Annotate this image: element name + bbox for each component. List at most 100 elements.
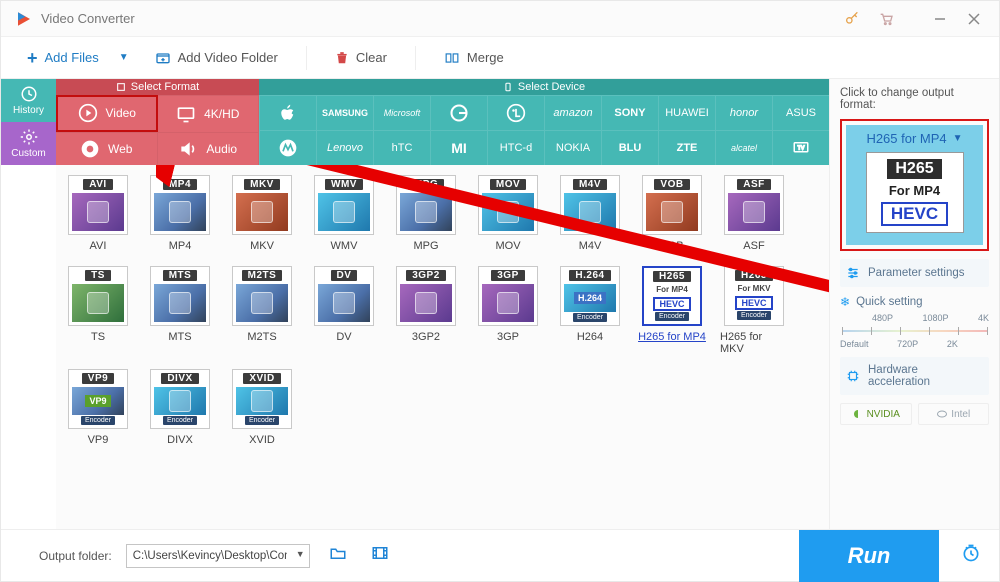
minimize-button[interactable]: [923, 1, 957, 37]
close-button[interactable]: [957, 1, 991, 37]
custom-tab[interactable]: Custom: [1, 122, 56, 165]
format-mts[interactable]: MTSMTS: [146, 266, 214, 355]
format-ts[interactable]: TSTS: [64, 266, 132, 355]
brand-tv[interactable]: TV: [772, 130, 829, 165]
format-3gp2[interactable]: 3GP23GP2: [392, 266, 460, 355]
custom-label: Custom: [11, 148, 45, 159]
hardware-accel-button[interactable]: Hardware acceleration: [840, 357, 989, 395]
format-asf[interactable]: ASFASF: [720, 175, 788, 252]
history-tab[interactable]: History: [1, 79, 56, 122]
brand-asus[interactable]: ASUS: [772, 95, 829, 130]
brand-moto[interactable]: [259, 130, 316, 165]
format-3gp[interactable]: 3GP3GP: [474, 266, 542, 355]
format-mov[interactable]: MOVMOV: [474, 175, 542, 252]
category-4khd-label: 4K/HD: [204, 107, 239, 121]
app-logo-icon: [15, 10, 33, 28]
gpu-intel[interactable]: Intel: [918, 403, 990, 425]
category-web[interactable]: Web: [56, 132, 158, 166]
output-folder-input[interactable]: [126, 544, 310, 568]
clear-label: Clear: [356, 50, 387, 65]
brand-amazon[interactable]: amazon: [544, 95, 601, 130]
brand-sony[interactable]: SONY: [601, 95, 658, 130]
format-m4v[interactable]: M4VM4V: [556, 175, 624, 252]
cart-icon[interactable]: [869, 1, 903, 37]
chip-icon: [846, 369, 860, 383]
category-video[interactable]: Video: [56, 95, 158, 132]
output-format-preview[interactable]: H265 for MP4▼ H265 For MP4 HEVC: [840, 119, 989, 251]
brand-lg[interactable]: [487, 95, 544, 130]
format-label: XVID: [249, 434, 275, 446]
main-area: History Custom Select Format Video: [1, 79, 999, 529]
parameter-settings-button[interactable]: Parameter settings: [840, 259, 989, 287]
run-button[interactable]: Run: [799, 530, 939, 582]
open-folder-button[interactable]: [324, 540, 352, 571]
format-h265-for-mp4[interactable]: H265For MP4HEVCEncoderH265 for MP4: [638, 266, 706, 355]
format-vob[interactable]: VOBVOB: [638, 175, 706, 252]
brand-samsung[interactable]: SAMSUNG: [316, 95, 373, 130]
format-mp4[interactable]: MP4MP4: [146, 175, 214, 252]
output-folder-label: Output folder:: [39, 549, 112, 563]
format-dv[interactable]: DVDV: [310, 266, 378, 355]
speaker-icon: [178, 139, 198, 159]
brand-honor[interactable]: honor: [715, 95, 772, 130]
brand-blu[interactable]: BLU: [601, 130, 658, 165]
format-avi[interactable]: AVIAVI: [64, 175, 132, 252]
brand-mi[interactable]: MI: [430, 130, 487, 165]
format-vp9[interactable]: VP9VP9EncoderVP9: [64, 369, 132, 446]
left-tabs: History Custom: [1, 79, 56, 529]
toolbar: + Add Files ▼ Add Video Folder Clear Mer…: [1, 37, 999, 79]
select-format-label: Select Format: [131, 81, 199, 93]
for-mp4-label: For MP4: [889, 183, 940, 198]
hevc-badge: HEVC: [881, 202, 948, 226]
brand-apple[interactable]: [259, 95, 316, 130]
add-files-dropdown-icon[interactable]: ▼: [119, 52, 129, 63]
nvidia-icon: [852, 408, 864, 420]
select-format-panel: Select Format Video 4K/HD Web: [56, 79, 259, 165]
gpu-nvidia[interactable]: NVIDIA: [840, 403, 912, 425]
path-dropdown-icon[interactable]: ▼: [296, 549, 305, 559]
merge-label: Merge: [467, 50, 504, 65]
category-web-label: Web: [108, 142, 132, 156]
merge-button[interactable]: Merge: [434, 46, 514, 69]
scheduler-button[interactable]: [953, 543, 989, 568]
brand-microsoft[interactable]: Microsoft: [373, 95, 430, 130]
monitor-icon: [176, 104, 196, 124]
format-label: MP4: [169, 240, 192, 252]
brand-zte[interactable]: ZTE: [658, 130, 715, 165]
add-files-label: Add Files: [45, 50, 99, 65]
add-folder-button[interactable]: Add Video Folder: [145, 46, 288, 70]
film-icon-button[interactable]: [366, 540, 394, 571]
hardware-accel-label: Hardware acceleration: [868, 364, 983, 388]
clear-button[interactable]: Clear: [325, 46, 397, 70]
key-icon[interactable]: [835, 1, 869, 37]
format-mkv[interactable]: MKVMKV: [228, 175, 296, 252]
brand-htc-d[interactable]: HTC-d: [487, 130, 544, 165]
gpu-row: NVIDIA Intel: [840, 403, 989, 425]
add-files-button[interactable]: + Add Files: [17, 46, 109, 69]
format-label: 3GP: [497, 331, 519, 343]
format-xvid[interactable]: XVIDEncoderXVID: [228, 369, 296, 446]
category-video-label: Video: [106, 106, 136, 120]
format-mpg[interactable]: MPGMPG: [392, 175, 460, 252]
format-m2ts[interactable]: M2TSM2TS: [228, 266, 296, 355]
select-device-panel: Select Device SAMSUNGMicrosoftamazonSONY…: [259, 79, 829, 165]
brand-lenovo[interactable]: Lenovo: [316, 130, 373, 165]
brand-huawei[interactable]: HUAWEI: [658, 95, 715, 130]
format-label: MKV: [250, 240, 274, 252]
slider-labels-top: . 480P1080P4K: [840, 313, 989, 323]
format-label: MTS: [168, 331, 191, 343]
format-label: MOV: [495, 240, 520, 252]
category-audio[interactable]: Audio: [158, 132, 260, 166]
format-h264[interactable]: H.264H.264EncoderH264: [556, 266, 624, 355]
folder-plus-icon: [155, 50, 171, 66]
brand-g[interactable]: [430, 95, 487, 130]
format-h265-for-mkv[interactable]: H265For MKVHEVCEncoderH265 for MKV: [720, 266, 788, 355]
trash-icon: [335, 50, 349, 66]
brand-htc[interactable]: hTC: [373, 130, 430, 165]
quality-slider[interactable]: [842, 330, 987, 332]
brand-nokia[interactable]: NOKIA: [544, 130, 601, 165]
format-wmv[interactable]: WMVWMV: [310, 175, 378, 252]
category-4khd[interactable]: 4K/HD: [158, 95, 260, 132]
brand-alcatel[interactable]: alcatel: [715, 130, 772, 165]
format-divx[interactable]: DIVXEncoderDIVX: [146, 369, 214, 446]
